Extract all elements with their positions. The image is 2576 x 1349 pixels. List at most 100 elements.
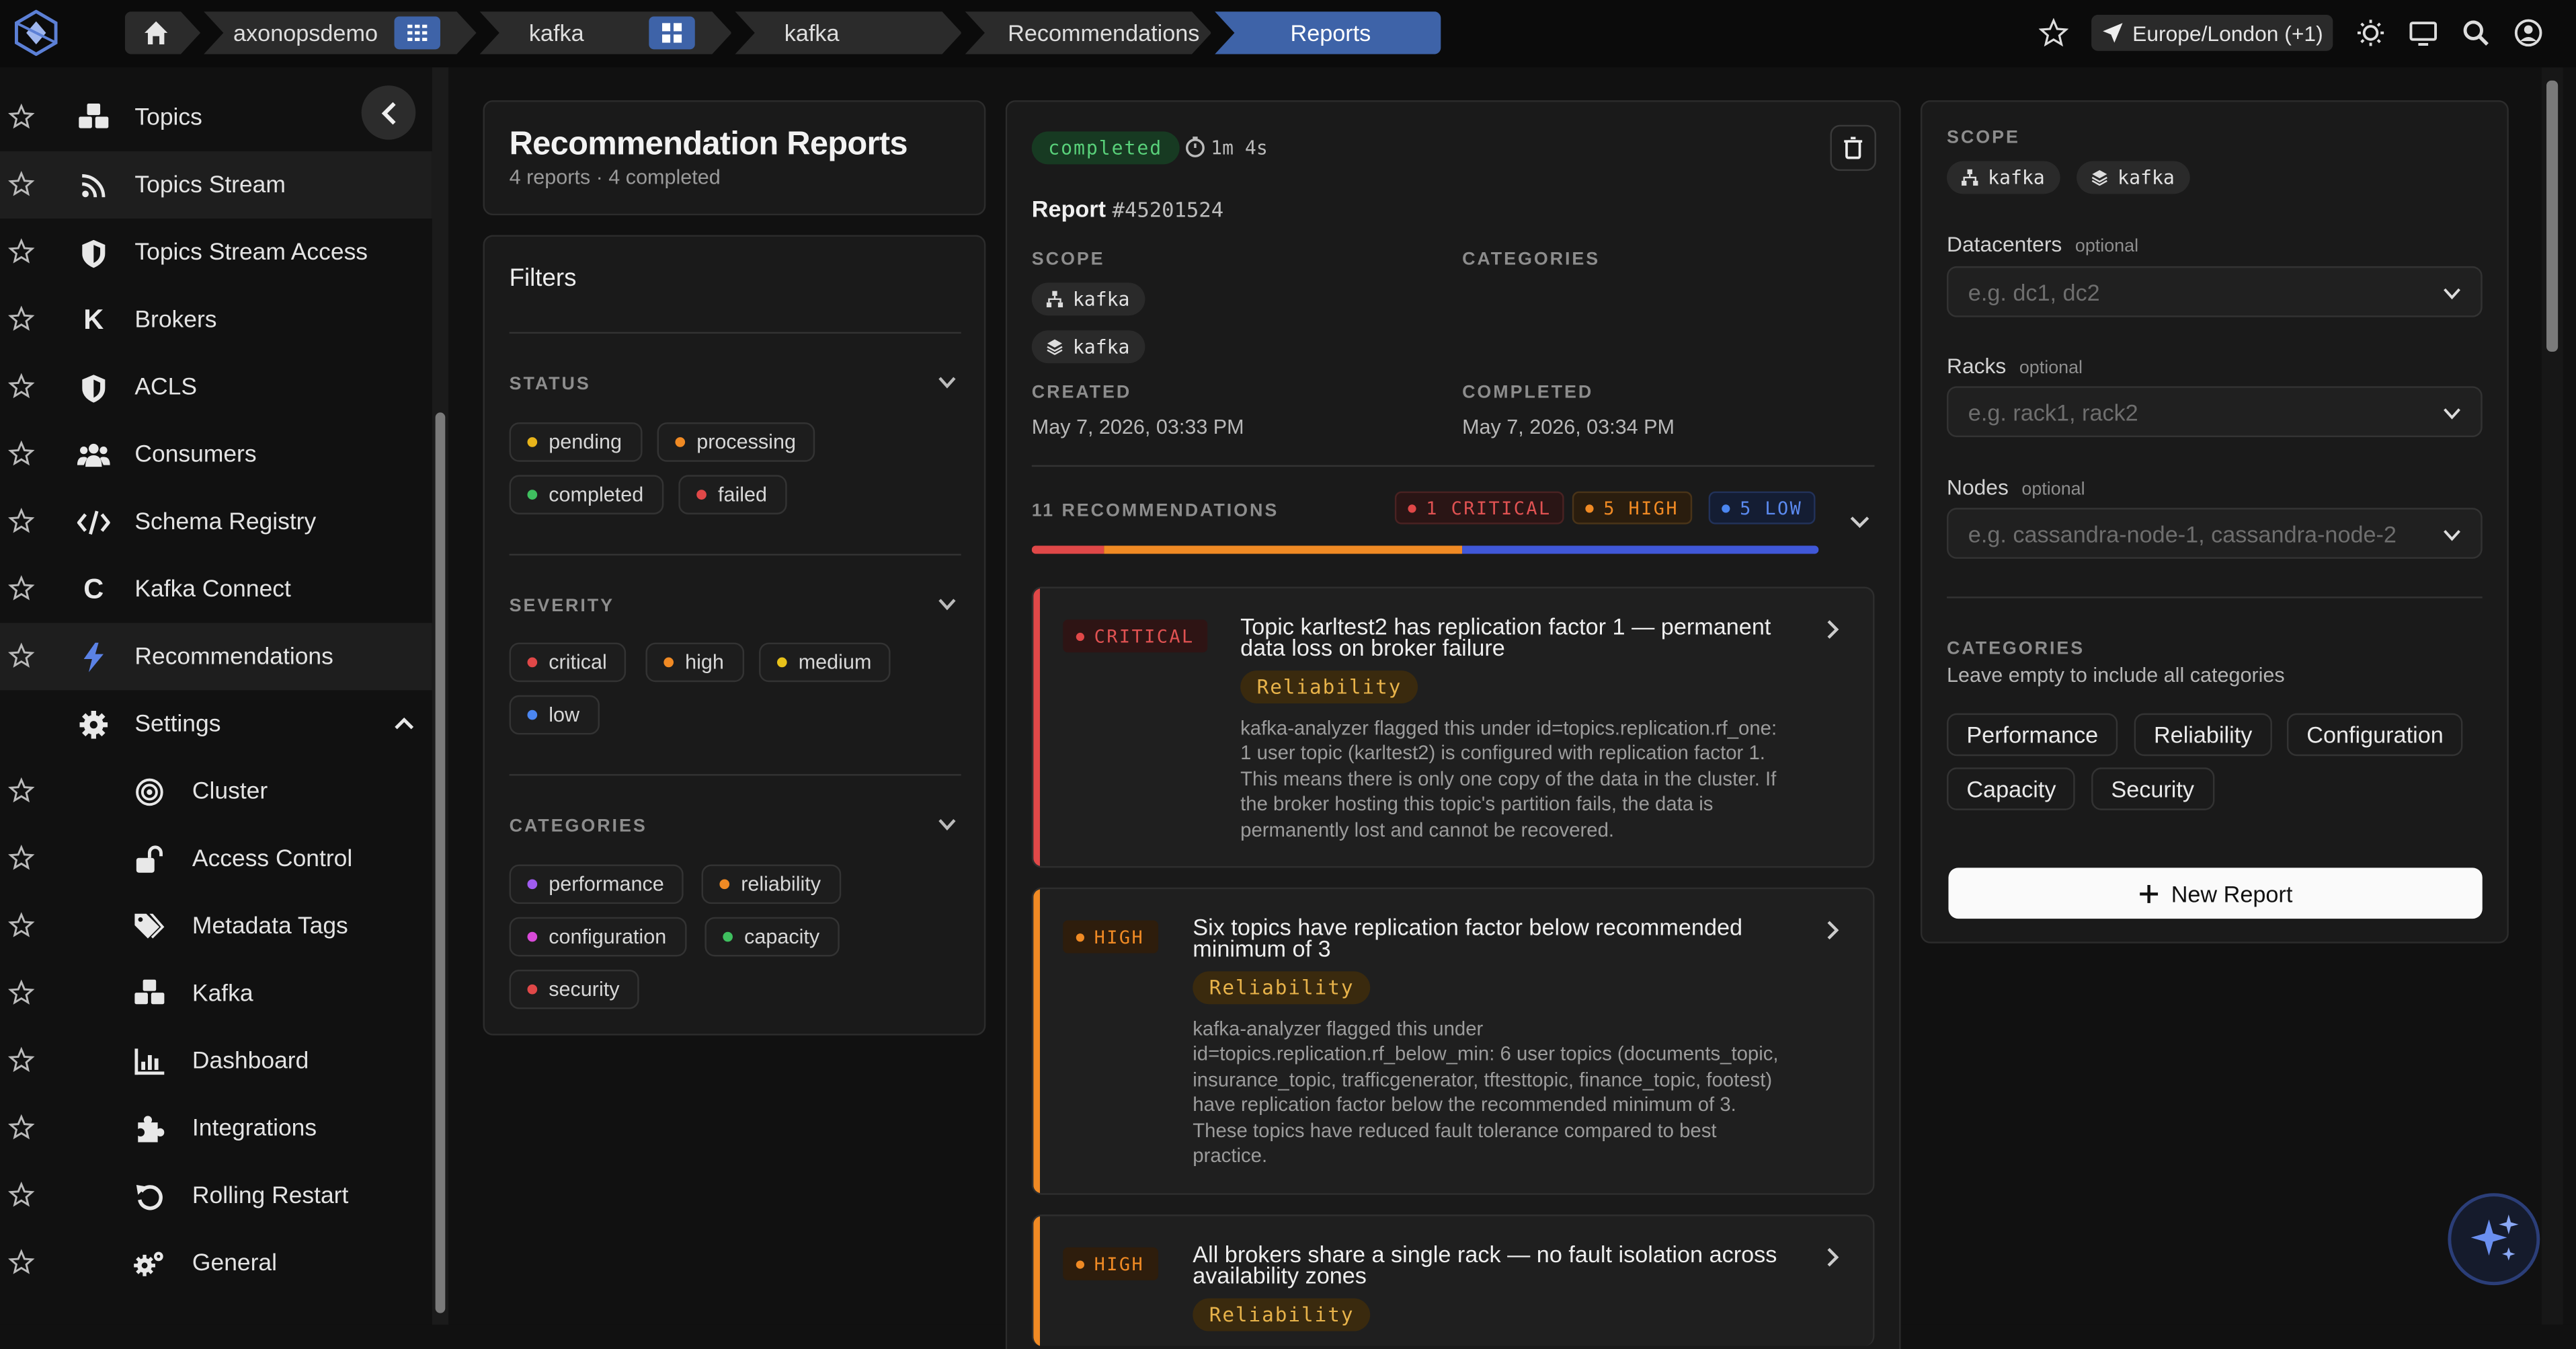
category-toggle-reliability[interactable]: Reliability [2134, 713, 2272, 757]
favorite-star-icon[interactable] [8, 979, 35, 1006]
breadcrumb-org[interactable]: axonopsdemo [204, 11, 477, 54]
collapse-sidebar-button[interactable] [361, 85, 416, 140]
favorite-star-icon[interactable] [8, 238, 35, 264]
chevron-right-icon[interactable] [1824, 921, 1843, 940]
filter-chip-completed[interactable]: completed [509, 475, 663, 514]
favorite-star-icon[interactable] [8, 1182, 35, 1208]
ai-assistant-button[interactable] [2448, 1193, 2540, 1286]
favorite-star-icon[interactable] [8, 171, 35, 197]
sidebar-item-metadata-tags[interactable]: Metadata Tags [0, 892, 432, 960]
chip-label: configuration [549, 925, 667, 949]
new-report-button[interactable]: New Report [1948, 868, 2483, 919]
breadcrumb-cluster[interactable]: kafka [735, 11, 961, 54]
filter-chip-medium[interactable]: medium [759, 642, 891, 683]
chevron-left-icon [380, 101, 395, 124]
user-avatar-icon[interactable] [2513, 18, 2543, 48]
sidebar-item-topics-stream-access[interactable]: Topics Stream Access [0, 219, 432, 286]
favorite-star-icon[interactable] [8, 373, 35, 399]
filter-chip-security[interactable]: security [509, 969, 639, 1009]
scope-chip-label: kafka [1072, 335, 1130, 358]
category-dot [723, 931, 733, 942]
chevron-up-icon[interactable] [395, 715, 414, 731]
sidebar-item-dashboard[interactable]: Dashboard [0, 1027, 432, 1094]
grid-menu-icon[interactable] [394, 16, 440, 49]
favorite-star-icon[interactable] [8, 305, 35, 332]
favorite-star-icon[interactable] [8, 1114, 35, 1141]
recommendation-card[interactable]: HIGH All brokers share a single rack — n… [1031, 1215, 1875, 1346]
chevron-down-icon[interactable] [1850, 516, 1869, 529]
chevron-right-icon[interactable] [1824, 1247, 1843, 1267]
filter-chip-critical[interactable]: critical [509, 642, 627, 683]
category-toggle-capacity[interactable]: Capacity [1947, 767, 2076, 810]
sidebar-item-brokers[interactable]: K Brokers [0, 286, 432, 353]
sidebar-item-access-control[interactable]: Access Control [0, 825, 432, 892]
category-toggle-security[interactable]: Security [2091, 767, 2214, 810]
recommendation-card[interactable]: HIGH Six topics have replication factor … [1031, 887, 1875, 1195]
sidebar-scrollbar[interactable] [432, 67, 449, 1325]
filter-chip-performance[interactable]: performance [509, 864, 684, 904]
favorite-star-icon[interactable] [8, 440, 35, 467]
sidebar-item-label: Integrations [192, 1115, 317, 1142]
filter-chip-capacity[interactable]: capacity [705, 917, 840, 957]
sidebar-item-recommendations[interactable]: Recommendations [0, 623, 432, 691]
sidebar-item-cluster[interactable]: Cluster [0, 758, 432, 825]
favorite-star-icon[interactable] [8, 575, 35, 601]
filter-chip-low[interactable]: low [509, 695, 600, 735]
sidebar-item-topics-stream[interactable]: Topics Stream [0, 151, 432, 219]
sidebar-item-kafka[interactable]: Kafka [0, 960, 432, 1027]
chevron-down-icon[interactable] [938, 377, 956, 390]
filter-chip-pending[interactable]: pending [509, 422, 642, 462]
severity-bar-critical [1031, 545, 1105, 554]
filter-chip-failed[interactable]: failed [678, 475, 787, 514]
grid-menu-icon[interactable] [649, 16, 695, 49]
search-icon[interactable] [2461, 18, 2491, 48]
filter-chip-processing[interactable]: processing [657, 422, 816, 462]
filter-chip-configuration[interactable]: configuration [509, 917, 686, 957]
breadcrumb-cluster-type[interactable]: kafka [480, 11, 732, 54]
description-line: the broker hosting this topic's partitio… [1240, 792, 1714, 816]
breadcrumb-home[interactable] [125, 11, 200, 54]
recommendation-title: Topic karltest2 has replication factor 1… [1240, 615, 1771, 659]
favorite-star-icon[interactable] [8, 642, 35, 669]
favorite-star-icon[interactable] [8, 1046, 35, 1073]
sidebar-item-consumers[interactable]: Consumers [0, 421, 432, 488]
chevron-right-icon[interactable] [1824, 619, 1843, 639]
favorite-star-icon[interactable] [8, 508, 35, 534]
timezone-selector[interactable]: Europe/London (+1) [2091, 14, 2333, 51]
favorite-star-icon[interactable] [8, 777, 35, 804]
category-toggle-performance[interactable]: Performance [1947, 713, 2118, 757]
sidebar-item-integrations[interactable]: Integrations [0, 1095, 432, 1162]
axonops-logo-icon[interactable] [14, 9, 58, 56]
sidebar-item-general[interactable]: General [0, 1229, 432, 1297]
sidebar-scrollbar-thumb[interactable] [435, 412, 446, 1313]
puzzle-icon [133, 1113, 166, 1146]
chevron-down-icon[interactable] [938, 599, 956, 612]
nodes-select[interactable]: e.g. cassandra-node-1, cassandra-node-2 [1947, 508, 2483, 559]
gears-icon [133, 1247, 166, 1280]
sidebar-item-kafka-connect[interactable]: C Kafka Connect [0, 555, 432, 623]
datacenters-select[interactable]: e.g. dc1, dc2 [1947, 266, 2483, 317]
favorite-star-icon[interactable] [8, 1249, 35, 1275]
page-scrollbar-thumb[interactable] [2546, 80, 2559, 352]
sidebar-item-settings[interactable]: Settings [0, 690, 432, 757]
page-scrollbar[interactable] [2541, 67, 2563, 1325]
category-toggle-configuration[interactable]: Configuration [2286, 713, 2464, 757]
sidebar-item-schema-registry[interactable]: Schema Registry [0, 488, 432, 555]
breadcrumb-reports[interactable]: Reports [1215, 11, 1442, 54]
delete-report-button[interactable] [1830, 124, 1876, 171]
recommendation-card[interactable]: CRITICAL Topic karltest2 has replication… [1031, 586, 1875, 868]
theme-toggle-icon[interactable] [2356, 18, 2386, 48]
description-line: id=topics.replication.rf_below_min: 6 us… [1193, 1042, 1779, 1066]
star-icon[interactable] [2038, 17, 2068, 48]
filter-chip-high[interactable]: high [645, 642, 744, 683]
sidebar-item-acls[interactable]: ACLS [0, 353, 432, 420]
racks-select[interactable]: e.g. rack1, rack2 [1947, 386, 2483, 438]
favorite-star-icon[interactable] [8, 912, 35, 938]
filter-chip-reliability[interactable]: reliability [701, 864, 841, 904]
breadcrumb-recommendations[interactable]: Recommendations [965, 11, 1212, 54]
monitor-icon[interactable] [2409, 18, 2438, 48]
sidebar-item-rolling-restart[interactable]: Rolling Restart [0, 1162, 432, 1229]
favorite-star-icon[interactable] [8, 103, 35, 130]
chevron-down-icon[interactable] [938, 818, 956, 832]
favorite-star-icon[interactable] [8, 845, 35, 871]
